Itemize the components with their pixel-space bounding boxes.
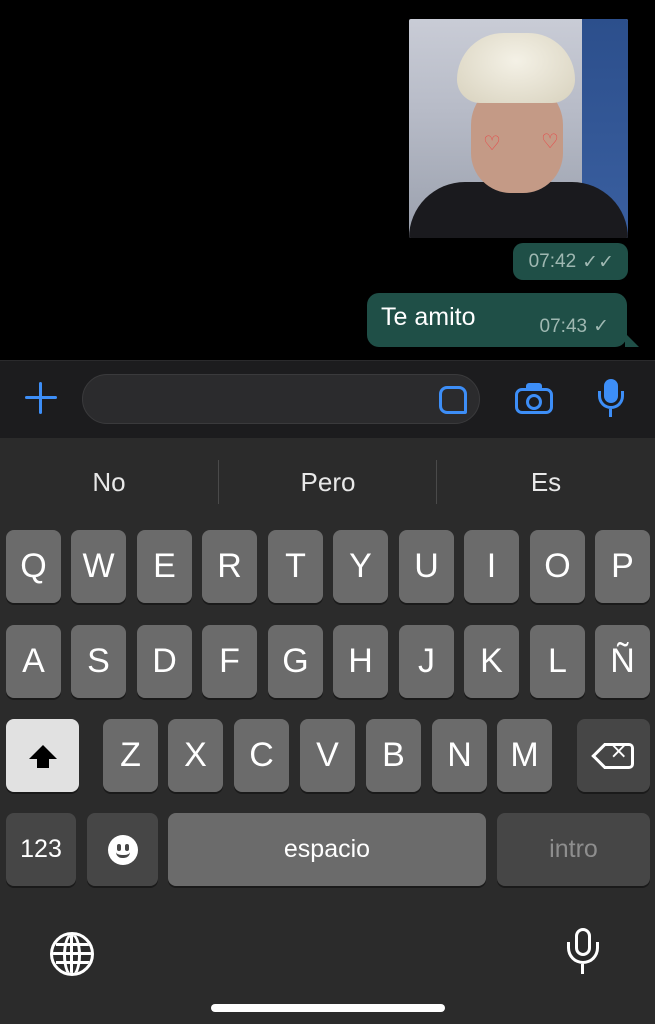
backspace-icon: × — [590, 739, 634, 769]
chat-area: ♡ ♡ 07:42 ✓✓ Te amito 07:43 ✓ — [0, 0, 655, 360]
kbmic-stem — [581, 964, 584, 974]
key-u[interactable]: U — [399, 530, 454, 603]
outgoing-message[interactable]: Te amito 07:43 ✓ — [367, 293, 639, 347]
key-w[interactable]: W — [71, 530, 126, 603]
globe-vertical — [70, 935, 73, 973]
backspace-key[interactable]: × — [577, 719, 650, 792]
camera-lens — [526, 394, 542, 410]
key-enye[interactable]: Ñ — [595, 625, 650, 698]
key-n[interactable]: N — [432, 719, 487, 792]
single-check-icon: ✓ — [593, 315, 609, 337]
key-j[interactable]: J — [399, 625, 454, 698]
message-input-bar — [0, 360, 655, 439]
dictation-mic-icon[interactable] — [566, 928, 600, 978]
key-k[interactable]: K — [464, 625, 519, 698]
key-a[interactable]: A — [6, 625, 61, 698]
message-input[interactable] — [82, 374, 480, 424]
shift-key[interactable] — [6, 719, 79, 792]
key-y[interactable]: Y — [333, 530, 388, 603]
key-v[interactable]: V — [300, 719, 355, 792]
bubble-tail — [625, 333, 639, 347]
key-f[interactable]: F — [202, 625, 257, 698]
backspace-x: × — [609, 738, 628, 764]
message-text: Te amito — [381, 303, 476, 331]
keyboard: No Pero Es Q W E R T Y U I O P A S D F G… — [0, 438, 655, 1024]
suggestion-1[interactable]: No — [0, 438, 218, 526]
key-e[interactable]: E — [137, 530, 192, 603]
key-m[interactable]: M — [497, 719, 552, 792]
plus-icon[interactable] — [22, 379, 60, 417]
globe-lat-2 — [56, 961, 90, 964]
space-key[interactable]: espacio — [168, 813, 486, 886]
photo-time: 07:42 — [528, 250, 577, 272]
suggestion-3[interactable]: Es — [437, 438, 655, 526]
message-timestamp: 07:43 ✓ — [540, 315, 609, 338]
key-r[interactable]: R — [202, 530, 257, 603]
key-h[interactable]: H — [333, 625, 388, 698]
emoji-icon — [107, 834, 138, 865]
received-photo[interactable]: ♡ ♡ — [409, 19, 628, 238]
heart-icon: ♡ — [483, 131, 501, 155]
key-o[interactable]: O — [530, 530, 585, 603]
heart-icon: ♡ — [541, 129, 559, 153]
key-b[interactable]: B — [366, 719, 421, 792]
mic-stem — [609, 409, 612, 417]
key-i[interactable]: I — [464, 530, 519, 603]
emoji-key[interactable] — [87, 813, 158, 886]
sticker-icon[interactable] — [439, 386, 467, 414]
photo-hair — [457, 33, 575, 103]
kbmic-cup — [567, 942, 599, 964]
microphone-icon[interactable] — [596, 379, 626, 421]
suggestion-2[interactable]: Pero — [219, 438, 437, 526]
key-q[interactable]: Q — [6, 530, 61, 603]
key-g[interactable]: G — [268, 625, 323, 698]
home-indicator[interactable] — [211, 1004, 445, 1012]
numbers-key[interactable]: 123 — [6, 813, 76, 886]
key-p[interactable]: P — [595, 530, 650, 603]
globe-equator — [53, 952, 91, 955]
mic-cup — [598, 391, 624, 409]
key-x[interactable]: X — [168, 719, 223, 792]
key-t[interactable]: T — [268, 530, 323, 603]
photo-timestamp-bubble: 07:42 ✓✓ — [513, 243, 628, 280]
globe-lat-1 — [56, 943, 90, 946]
return-key[interactable]: intro — [497, 813, 650, 886]
emoji-smile — [115, 852, 130, 858]
key-z[interactable]: Z — [103, 719, 158, 792]
key-c[interactable]: C — [234, 719, 289, 792]
shift-icon — [28, 744, 57, 768]
key-l[interactable]: L — [530, 625, 585, 698]
message-time: 07:43 — [539, 316, 588, 337]
camera-icon[interactable] — [515, 383, 553, 414]
key-s[interactable]: S — [71, 625, 126, 698]
double-check-icon: ✓✓ — [582, 250, 614, 273]
globe-icon[interactable] — [50, 932, 94, 976]
key-d[interactable]: D — [137, 625, 192, 698]
